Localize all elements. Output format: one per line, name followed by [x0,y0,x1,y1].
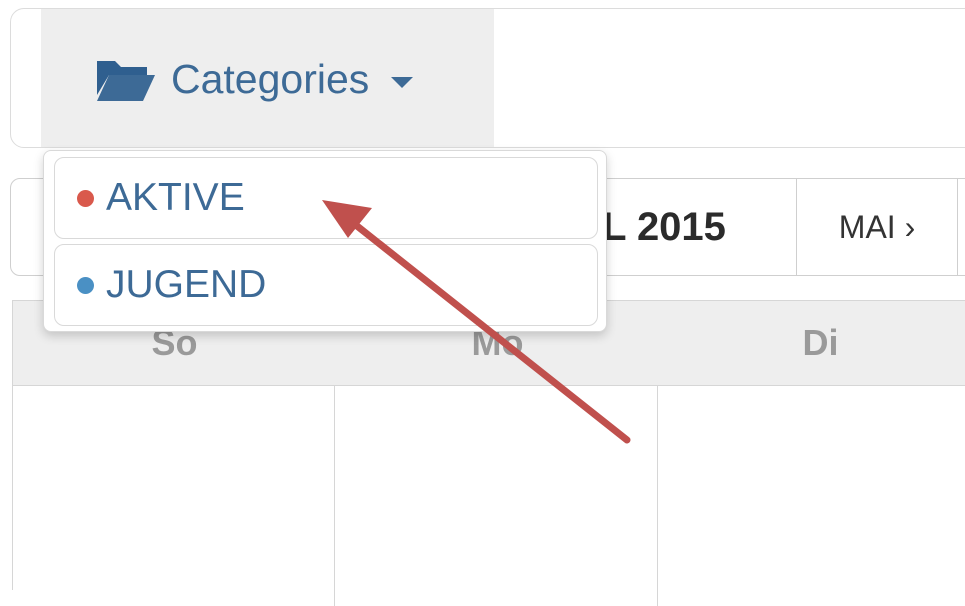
categories-dropdown-menu: AKTIVE JUGEND [43,150,607,332]
categories-label: Categories [171,55,370,102]
categories-dropdown-button[interactable]: Categories [41,9,494,147]
category-item-aktive[interactable]: AKTIVE [54,157,598,239]
category-item-jugend[interactable]: JUGEND [54,244,598,326]
next-month-button[interactable]: MAI › [796,179,958,275]
category-color-dot [77,276,94,294]
day-cell[interactable] [659,386,965,606]
category-item-label: AKTIVE [106,176,245,219]
day-cell[interactable] [13,386,335,606]
day-cell[interactable] [336,386,658,606]
folder-open-icon [97,61,155,101]
calendar-grid: So Mo Di [12,300,965,606]
toolbar: Categories [10,8,965,148]
category-color-dot [77,189,94,207]
category-item-label: JUGEND [106,263,267,306]
month-title: IL 2015 [591,204,726,249]
weekday-header: Di [802,322,839,363]
caret-down-icon [391,76,414,88]
